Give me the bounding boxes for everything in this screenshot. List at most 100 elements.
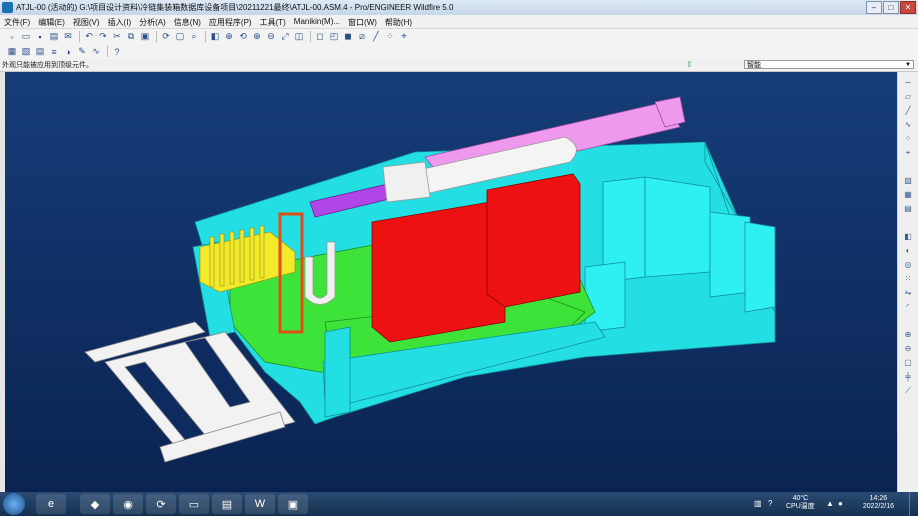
system-tray: ▥ ? 40°C CPU温度 ▲ ● 14:26 2022/2/16 xyxy=(748,492,918,516)
spin-center-icon[interactable]: ⊕ xyxy=(223,31,235,43)
assembly-icon[interactable]: ▦ xyxy=(6,46,18,58)
find-icon[interactable]: ⌕ xyxy=(188,31,200,43)
taskbar-app-explorer-icon[interactable]: ▭ xyxy=(179,494,209,514)
copy-icon[interactable]: ⧉ xyxy=(125,31,137,43)
email-icon[interactable]: ✉ xyxy=(62,31,74,43)
menu-insert[interactable]: 插入(I) xyxy=(104,15,136,28)
pattern-tool-icon[interactable]: ⁙ xyxy=(902,274,914,285)
zoom-in-icon[interactable]: ⊕ xyxy=(251,31,263,43)
layer-icon[interactable]: ≡ xyxy=(48,46,60,58)
plane-tool-icon[interactable]: ▱ xyxy=(902,92,914,103)
saved-views-icon[interactable]: ◫ xyxy=(293,31,305,43)
point-tool-icon[interactable]: ⁘ xyxy=(902,134,914,145)
clock-date: 2022/2/16 xyxy=(862,503,894,510)
relations-icon[interactable]: ∿ xyxy=(90,46,102,58)
help-icon[interactable]: ? xyxy=(111,46,123,58)
redo-icon[interactable]: ↷ xyxy=(97,31,109,43)
menu-info[interactable]: 信息(N) xyxy=(170,15,205,28)
taskbar-app-word-icon[interactable]: W xyxy=(245,494,275,514)
regenerate-icon[interactable]: ⟳ xyxy=(160,31,172,43)
minimize-button[interactable]: – xyxy=(866,1,882,14)
zoom-out-icon[interactable]: ⊖ xyxy=(265,31,277,43)
csys-tool-icon[interactable]: ⌖ xyxy=(902,148,914,159)
orient-icon[interactable]: ⟲ xyxy=(237,31,249,43)
csys-icon[interactable]: ⌖ xyxy=(398,31,410,43)
assembly-model[interactable] xyxy=(5,72,897,492)
status-indicator-icon: ⇧ xyxy=(686,60,693,69)
right-feature-toolbar: ∼ ▱ ╱ ∿ ⁘ ⌖ ▧ ▦ ▤ ◧ ◐ ◎ ⁙ ⇋ ◜ ⊕ ⊖ ▢ ╪ ⟋ xyxy=(897,72,918,492)
paste-icon[interactable]: ▣ xyxy=(139,31,151,43)
menu-view[interactable]: 视图(V) xyxy=(69,15,104,28)
show-desktop-button[interactable] xyxy=(909,492,918,516)
hole-tool-icon[interactable]: ◎ xyxy=(902,260,914,271)
select-icon[interactable]: ▢ xyxy=(174,31,186,43)
toolbar-top: ▫ ▭ ▪ ▤ ✉ ↶ ↷ ✂ ⧉ ▣ ⟳ ▢ ⌕ ◧ ⊕ ⟲ ⊕ ⊖ ⤢ ◫ … xyxy=(0,29,918,44)
menu-analysis[interactable]: 分析(A) xyxy=(135,15,170,28)
mirror-tool-icon[interactable]: ⇋ xyxy=(902,288,914,299)
print-icon[interactable]: ▤ xyxy=(48,31,60,43)
toolbar-second: ▦ ▧ ▤ ≡ ◑ ✎ ∿ ? xyxy=(0,44,918,59)
graphics-viewport[interactable] xyxy=(5,72,897,492)
cut-icon[interactable]: ✂ xyxy=(111,31,123,43)
draft-tool-icon[interactable]: ⟋ xyxy=(902,386,914,397)
menu-file[interactable]: 文件(F) xyxy=(0,15,34,28)
merge-tool-icon[interactable]: ⊕ xyxy=(902,330,914,341)
taskbar-app-blue-icon[interactable]: ◆ xyxy=(80,494,110,514)
app-logo-icon xyxy=(2,2,13,13)
cut-tool-icon[interactable]: ⊖ xyxy=(902,344,914,355)
network-icon[interactable]: ▥ xyxy=(754,499,762,508)
cpu-temperature-value: 40°C xyxy=(792,495,809,502)
close-button[interactable]: ✕ xyxy=(900,1,916,14)
shading-icon[interactable]: ◼ xyxy=(342,31,354,43)
color-icon[interactable]: ◑ xyxy=(62,46,74,58)
menu-edit[interactable]: 编辑(E) xyxy=(34,15,69,28)
round-tool-icon[interactable]: ◜ xyxy=(902,302,914,313)
taskbar: e ◆ ◉ ⟳ ▭ ▤ W ▣ ▥ ? 40°C CPU温度 ▲ ● 14:26… xyxy=(0,492,918,516)
clock-time: 14:26 xyxy=(869,495,888,502)
tray-expand-icon[interactable]: ▲ xyxy=(826,499,834,508)
menu-window[interactable]: 窗口(W) xyxy=(344,15,381,28)
datum-axes-icon[interactable]: ╱ xyxy=(370,31,382,43)
shell-tool-icon[interactable]: ▢ xyxy=(902,358,914,369)
sketch-tool-icon[interactable]: ∼ xyxy=(902,78,914,89)
undo-icon[interactable]: ↶ xyxy=(83,31,95,43)
create-tool-icon[interactable]: ▦ xyxy=(902,190,914,201)
selection-filter-value: 智能 xyxy=(747,62,761,69)
cpu-temperature-label: CPU温度 xyxy=(786,503,815,510)
extrude-tool-icon[interactable]: ◧ xyxy=(902,232,914,243)
ime-icon[interactable]: ● xyxy=(838,499,843,508)
menu-manikin[interactable]: Manikin(M)... xyxy=(290,15,344,28)
component-icon[interactable]: ▧ xyxy=(20,46,32,58)
axis-tool-icon[interactable]: ╱ xyxy=(902,106,914,117)
hidden-line-icon[interactable]: ◰ xyxy=(328,31,340,43)
wireframe-icon[interactable]: ◻ xyxy=(314,31,326,43)
taskbar-app-refresh-icon[interactable]: ⟳ xyxy=(146,494,176,514)
cpu-temperature: 40°C CPU温度 xyxy=(786,495,815,511)
help-tray-icon[interactable]: ? xyxy=(768,499,772,508)
layout-tool-icon[interactable]: ▤ xyxy=(902,204,914,215)
table-icon[interactable]: ▤ xyxy=(34,46,46,58)
repaint-icon[interactable]: ◧ xyxy=(209,31,221,43)
new-icon[interactable]: ▫ xyxy=(6,31,18,43)
clock[interactable]: 14:26 2022/2/16 xyxy=(863,495,894,511)
taskbar-app-chrome-icon[interactable]: ◉ xyxy=(113,494,143,514)
save-icon[interactable]: ▪ xyxy=(34,31,46,43)
menu-applications[interactable]: 应用程序(P) xyxy=(205,15,256,28)
start-button[interactable] xyxy=(3,493,25,515)
datum-points-icon[interactable]: ⁘ xyxy=(384,31,396,43)
curve-tool-icon[interactable]: ∿ xyxy=(902,120,914,131)
maximize-button[interactable]: □ xyxy=(883,1,899,14)
selection-filter-select[interactable]: 智能 ▼ xyxy=(744,60,914,69)
component-tool-icon[interactable]: ▧ xyxy=(902,176,914,187)
refit-icon[interactable]: ⤢ xyxy=(279,31,291,43)
taskbar-app-ie-icon[interactable]: e xyxy=(36,494,66,514)
taskbar-app-pdf-icon[interactable]: ▤ xyxy=(212,494,242,514)
menu-tools[interactable]: 工具(T) xyxy=(256,15,290,28)
revolve-tool-icon[interactable]: ◐ xyxy=(902,246,914,257)
datum-planes-icon[interactable]: ⧄ xyxy=(356,31,368,43)
rib-tool-icon[interactable]: ╪ xyxy=(902,372,914,383)
taskbar-app-proe-icon[interactable]: ▣ xyxy=(278,494,308,514)
open-icon[interactable]: ▭ xyxy=(20,31,32,43)
menu-help[interactable]: 帮助(H) xyxy=(381,15,416,28)
sketch-icon[interactable]: ✎ xyxy=(76,46,88,58)
